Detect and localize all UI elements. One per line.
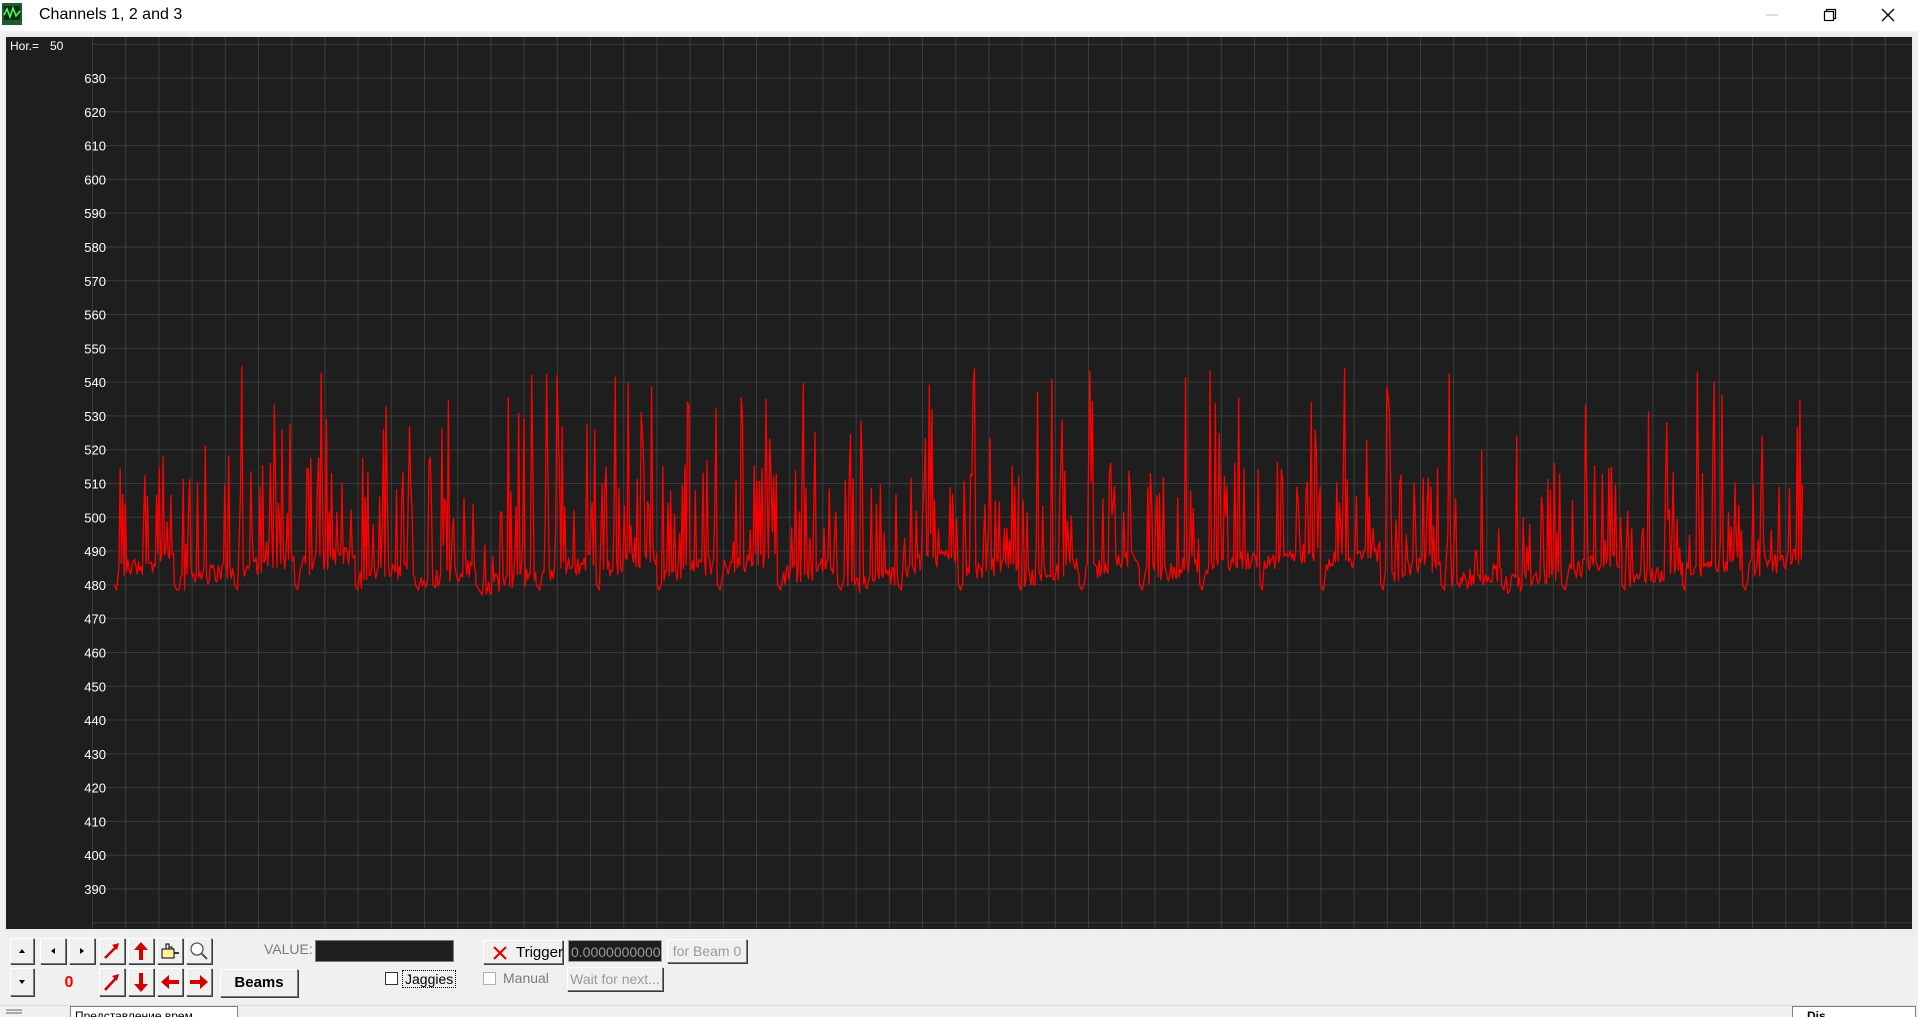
y-tick-label: 470 <box>84 612 106 627</box>
y-tick-label: 480 <box>84 578 106 593</box>
hor-value: 50 <box>50 39 64 53</box>
manual-checkbox[interactable] <box>483 972 496 985</box>
y-tick-label: 620 <box>84 105 106 120</box>
title-bar: Channels 1, 2 and 3 <box>0 0 1918 31</box>
y-tick-label: 450 <box>84 679 106 694</box>
zoom-down-button[interactable] <box>128 968 154 996</box>
y-tick-label: 550 <box>84 341 106 356</box>
y-tick-label: 580 <box>84 240 106 255</box>
for-beam-button[interactable]: for Beam 0 <box>667 939 747 963</box>
oscilloscope-chart[interactable]: 630 620 610 600 590 580 570 560 550 540 530 520 510 5… <box>6 37 1912 929</box>
zoom-left-button[interactable] <box>157 968 183 996</box>
status-right-button[interactable]: Dis <box>1792 1006 1916 1017</box>
y-tick-label: 570 <box>84 274 106 289</box>
y-tick-label: 530 <box>84 409 106 424</box>
status-bar <box>0 1005 1918 1017</box>
beams-button[interactable]: Beams <box>220 969 298 997</box>
zoom-right-button[interactable] <box>186 968 212 996</box>
y-tick-label: 420 <box>84 781 106 796</box>
arrow-down-small-icon <box>19 980 25 984</box>
jaggies-label[interactable]: Jaggies <box>402 970 457 988</box>
minimize-button[interactable] <box>1743 0 1801 31</box>
trigger-label: Trigger <box>516 944 563 961</box>
scroll-right-button[interactable] <box>69 938 95 964</box>
y-tick-label: 490 <box>84 544 106 559</box>
y-tick-label: 610 <box>84 139 106 154</box>
y-tick-label: 510 <box>84 477 106 492</box>
magnifier-icon <box>190 942 208 960</box>
red-left-arrow-icon <box>161 975 179 989</box>
trigger-x-icon <box>493 946 507 960</box>
diagonal-arrow-icon <box>104 943 119 959</box>
pan-tool-button[interactable] <box>157 938 183 964</box>
y-tick-label: 560 <box>84 308 106 323</box>
restore-button[interactable] <box>1801 0 1859 31</box>
y-tick-label: 390 <box>84 882 106 897</box>
y-tick-label: 430 <box>84 747 106 762</box>
y-tick-label: 460 <box>84 645 106 660</box>
y-tick-label: 440 <box>84 713 106 728</box>
value-label: VALUE: <box>264 941 313 957</box>
zoom-up-button[interactable] <box>128 938 154 964</box>
y-tick-label: 500 <box>84 510 106 525</box>
y-tick-label: 600 <box>84 172 106 187</box>
close-button[interactable] <box>1859 0 1917 31</box>
scroll-left-button[interactable] <box>40 938 66 964</box>
status-tab[interactable]: Представление врем <box>70 1006 238 1017</box>
y-tick-label: 520 <box>84 443 106 458</box>
window-title: Channels 1, 2 and 3 <box>39 6 183 23</box>
red-up-arrow-icon <box>134 942 148 960</box>
beam-counter[interactable]: 0 <box>44 971 94 995</box>
y-tick-label: 410 <box>84 814 106 829</box>
scroll-up-button[interactable] <box>10 938 34 964</box>
restore-icon <box>1823 8 1837 22</box>
arrow-right-small-icon <box>80 948 84 954</box>
status-list-icon <box>6 1009 22 1014</box>
app-oscilloscope-icon <box>2 3 22 25</box>
manual-label: Manual <box>503 970 549 986</box>
hand-pointer-icon <box>161 943 179 959</box>
value-field[interactable] <box>315 940 454 962</box>
y-tick-label: 590 <box>84 206 106 221</box>
arrow-left-small-icon <box>51 948 55 954</box>
trigger-button[interactable]: Trigger <box>483 940 563 964</box>
hor-label: Hor.= <box>10 39 40 53</box>
wait-for-next-button[interactable]: Wait for next... <box>567 967 663 991</box>
arrow-up-small-icon <box>19 949 25 953</box>
y-tick-label: 540 <box>84 375 106 390</box>
scroll-down-button[interactable] <box>10 968 34 996</box>
magnifier-button[interactable] <box>186 938 212 964</box>
zoom-diagonal-up-button[interactable] <box>99 938 125 964</box>
y-tick-label: 400 <box>84 848 106 863</box>
trigger-value-field[interactable]: 0.0000000000 <box>568 940 662 962</box>
close-icon <box>1881 8 1895 22</box>
red-down-arrow-icon <box>134 973 148 992</box>
minimize-icon <box>1766 14 1778 16</box>
zoom-diagonal-down-button[interactable] <box>99 968 125 996</box>
y-tick-label: 630 <box>84 71 106 86</box>
diagonal-arrow-icon <box>104 974 119 991</box>
red-right-arrow-icon <box>190 975 208 989</box>
jaggies-checkbox[interactable] <box>385 972 398 985</box>
